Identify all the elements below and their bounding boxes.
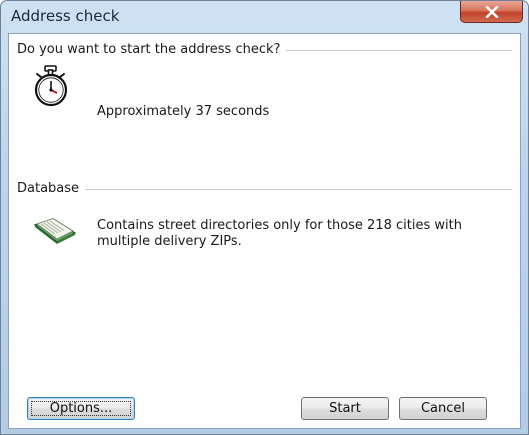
time-estimate: Approximately 37 seconds [97, 104, 270, 119]
timing-group-header: Do you want to start the address check? [17, 40, 512, 58]
cancel-button-label: Cancel [420, 401, 466, 416]
database-description: Contains street directories only for tho… [97, 218, 462, 250]
database-heading: Database [17, 180, 80, 196]
stopwatch-icon [31, 64, 75, 113]
start-button[interactable]: Start [301, 397, 389, 420]
database-description-line: Contains street directories only for tho… [97, 218, 462, 233]
start-button-label: Start [329, 401, 361, 416]
close-icon [485, 6, 499, 18]
group-divider [286, 49, 512, 51]
dialog-content: Do you want to start the address check? … [8, 33, 521, 429]
book-icon [33, 215, 77, 250]
window-title: Address check [11, 7, 120, 25]
start-question-label: Do you want to start the address check? [17, 41, 281, 57]
dialog-window: Address check Do you want to start the a… [0, 0, 529, 435]
close-button[interactable] [460, 1, 523, 23]
database-group-header: Database [17, 179, 512, 197]
cancel-button[interactable]: Cancel [399, 397, 487, 420]
group-divider [85, 188, 512, 190]
database-description-line: multiple delivery ZIPs. [97, 234, 242, 249]
title-bar[interactable]: Address check [1, 1, 528, 33]
options-button[interactable]: Options... [27, 397, 135, 420]
options-button-label: Options... [49, 401, 113, 416]
